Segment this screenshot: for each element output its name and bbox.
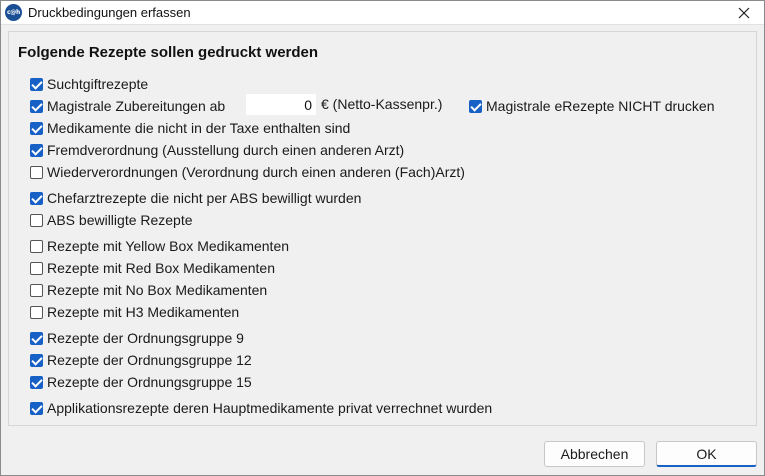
option-red-box[interactable]: Rezepte mit Red Box Medikamenten <box>30 259 275 277</box>
option-label: Rezepte mit H3 Medikamenten <box>47 304 240 320</box>
option-magistrale-zubereitungen[interactable]: Magistrale Zubereitungen ab <box>30 97 225 115</box>
option-abs-bewilligte-rezepte[interactable]: ABS bewilligte Rezepte <box>30 211 193 229</box>
option-ordnungsgruppe-15[interactable]: Rezepte der Ordnungsgruppe 15 <box>30 373 252 391</box>
option-label: Suchtgiftrezepte <box>47 76 149 92</box>
option-label: Magistrale eRezepte NICHT drucken <box>486 98 715 114</box>
checkbox-checked[interactable] <box>30 121 43 135</box>
option-suchtgiftrezepte[interactable]: Suchtgiftrezepte <box>30 75 148 93</box>
option-no-box[interactable]: Rezepte mit No Box Medikamenten <box>30 281 267 299</box>
window-title: Druckbedingungen erfassen <box>28 5 191 20</box>
option-chefarztrezepte[interactable]: Chefarztrezepte die nicht per ABS bewill… <box>30 189 361 207</box>
option-yellow-box[interactable]: Rezepte mit Yellow Box Medikamenten <box>30 237 289 255</box>
checkbox-checked[interactable] <box>30 375 43 389</box>
checkbox-unchecked[interactable] <box>30 261 43 275</box>
section-heading: Folgende Rezepte sollen gedruckt werden <box>18 44 319 61</box>
option-label: Rezepte der Ordnungsgruppe 15 <box>47 374 252 390</box>
option-medikamente-nicht-in-taxe[interactable]: Medikamente die nicht in der Taxe enthal… <box>30 119 350 137</box>
option-label: Fremdverordnung (Ausstellung durch einen… <box>47 142 405 158</box>
option-label: Medikamente die nicht in der Taxe enthal… <box>47 120 351 136</box>
option-label: Wiederverordnungen (Verordnung durch ein… <box>47 164 465 180</box>
option-label: Rezepte mit No Box Medikamenten <box>47 282 268 298</box>
option-label: Rezepte der Ordnungsgruppe 12 <box>47 352 252 368</box>
option-ordnungsgruppe-12[interactable]: Rezepte der Ordnungsgruppe 12 <box>30 351 252 369</box>
checkbox-checked[interactable] <box>30 331 43 345</box>
checkbox-checked[interactable] <box>30 143 43 157</box>
option-label: Rezepte mit Red Box Medikamenten <box>47 260 275 276</box>
option-label: Rezepte der Ordnungsgruppe 9 <box>47 330 244 346</box>
option-label: ABS bewilligte Rezepte <box>47 212 193 228</box>
option-ordnungsgruppe-9[interactable]: Rezepte der Ordnungsgruppe 9 <box>30 329 244 347</box>
dialog-window: c@h Druckbedingungen erfassen Folgende R… <box>0 0 765 476</box>
option-label: Applikationsrezepte deren Hauptmedikamen… <box>47 400 493 416</box>
option-label: Rezepte mit Yellow Box Medikamenten <box>47 238 290 254</box>
checkbox-checked[interactable] <box>30 353 43 367</box>
checkbox-unchecked[interactable] <box>30 283 43 297</box>
option-label: Chefarztrezepte die nicht per ABS bewill… <box>47 190 362 206</box>
close-button[interactable] <box>724 1 764 25</box>
checkbox-checked[interactable] <box>30 401 43 415</box>
cancel-button[interactable]: Abbrechen <box>544 441 645 467</box>
option-label: Magistrale Zubereitungen ab <box>47 98 226 114</box>
title-bar: c@h Druckbedingungen erfassen <box>1 1 764 25</box>
checkbox-checked[interactable] <box>469 99 482 113</box>
option-h3[interactable]: Rezepte mit H3 Medikamenten <box>30 303 239 321</box>
button-bar: Abbrechen OK <box>2 431 763 475</box>
option-magistrale-erezepte[interactable]: Magistrale eRezepte NICHT drucken <box>469 97 715 115</box>
app-logo-icon: c@h <box>5 4 22 21</box>
option-applikationsrezepte[interactable]: Applikationsrezepte deren Hauptmedikamen… <box>30 399 492 417</box>
option-wiederverordnungen[interactable]: Wiederverordnungen (Verordnung durch ein… <box>30 163 465 181</box>
ok-button[interactable]: OK <box>656 441 757 467</box>
close-icon <box>738 7 750 19</box>
checkbox-unchecked[interactable] <box>30 165 43 179</box>
checkbox-checked[interactable] <box>30 191 43 205</box>
option-fremdverordnung[interactable]: Fremdverordnung (Ausstellung durch einen… <box>30 141 404 159</box>
checkbox-checked[interactable] <box>30 99 43 113</box>
magistral-threshold-input[interactable] <box>245 93 317 116</box>
checkbox-checked[interactable] <box>30 77 43 91</box>
checkbox-unchecked[interactable] <box>30 213 43 227</box>
threshold-unit-label: € (Netto-Kassenpr.) <box>321 96 443 112</box>
checkbox-unchecked[interactable] <box>30 239 43 253</box>
checkbox-unchecked[interactable] <box>30 305 43 319</box>
